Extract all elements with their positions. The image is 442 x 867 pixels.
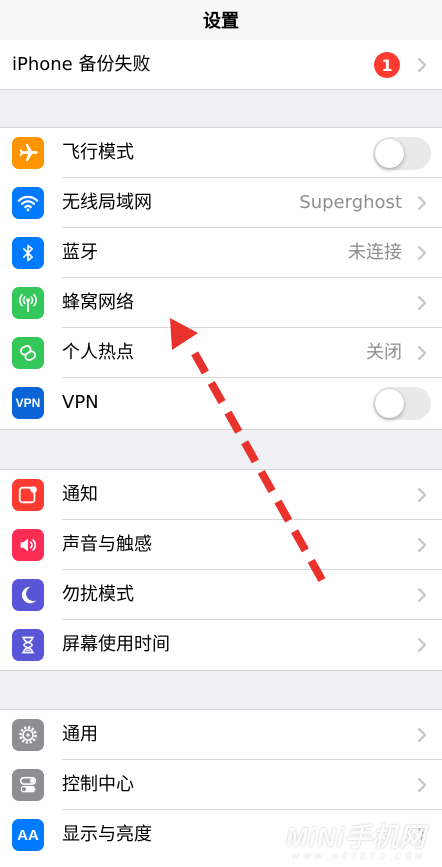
row-vpn[interactable]: VPN VPN — [0, 378, 442, 428]
chevron-right-icon — [418, 538, 426, 552]
row-do-not-disturb[interactable]: 勿扰模式 — [0, 570, 442, 620]
gear-icon — [12, 719, 44, 751]
backup-row[interactable]: iPhone 备份失败 1 — [0, 40, 442, 90]
notifications-icon — [12, 479, 44, 511]
backup-label: iPhone 备份失败 — [12, 54, 151, 75]
row-label: 飞行模式 — [62, 142, 134, 163]
chevron-right-icon — [418, 196, 426, 210]
row-airplane-mode[interactable]: 飞行模式 — [0, 128, 442, 178]
switches-icon — [12, 769, 44, 801]
backup-badge: 1 — [374, 52, 400, 78]
row-notifications[interactable]: 通知 — [0, 470, 442, 520]
row-label: 屏幕使用时间 — [62, 634, 170, 655]
row-wifi[interactable]: 无线局域网 Superghost — [0, 178, 442, 228]
connectivity-group: 飞行模式 无线局域网 Superghost 蓝牙 未连接 蜂窝网络 个人热点 关… — [0, 127, 442, 430]
chevron-right-icon — [418, 778, 426, 792]
row-sounds-haptics[interactable]: 声音与触感 — [0, 520, 442, 570]
watermark-sub: WWW.NETDED.COM — [291, 852, 426, 861]
row-label: 蜂窝网络 — [62, 292, 134, 313]
chevron-right-icon — [418, 346, 426, 360]
row-label: 显示与亮度 — [62, 824, 152, 845]
watermark: MiNi手机网 WWW.NETDED.COM — [256, 817, 426, 861]
row-label: 通用 — [62, 724, 98, 745]
row-label: 声音与触感 — [62, 534, 152, 555]
backup-group: iPhone 备份失败 1 — [0, 40, 442, 90]
hotspot-status: 关闭 — [366, 342, 402, 363]
chevron-right-icon — [418, 296, 426, 310]
moon-icon — [12, 579, 44, 611]
cellular-antenna-icon — [12, 287, 44, 319]
row-label: 无线局域网 — [62, 192, 152, 213]
display-icon-text: AA — [17, 826, 39, 844]
speaker-icon — [12, 529, 44, 561]
row-label: 通知 — [62, 484, 98, 505]
vpn-icon: VPN — [12, 387, 44, 419]
airplane-icon — [12, 137, 44, 169]
notifications-group: 通知 声音与触感 勿扰模式 屏幕使用时间 — [0, 469, 442, 671]
wifi-network-name: Superghost — [299, 192, 402, 213]
row-label: VPN — [62, 392, 99, 413]
chevron-right-icon — [418, 488, 426, 502]
toggle-knob — [375, 389, 404, 418]
row-cellular[interactable]: 蜂窝网络 — [0, 278, 442, 328]
row-bluetooth[interactable]: 蓝牙 未连接 — [0, 228, 442, 278]
chevron-right-icon — [418, 246, 426, 260]
row-general[interactable]: 通用 — [0, 710, 442, 760]
row-label: 控制中心 — [62, 774, 134, 795]
hotspot-chain-icon — [12, 337, 44, 369]
display-aa-icon: AA — [12, 819, 44, 851]
page-title: 设置 — [203, 11, 239, 32]
row-label: 勿扰模式 — [62, 584, 134, 605]
chevron-right-icon — [418, 588, 426, 602]
hourglass-icon — [12, 629, 44, 661]
row-label: 个人热点 — [62, 342, 134, 363]
bluetooth-status: 未连接 — [348, 242, 402, 263]
chevron-right-icon — [418, 638, 426, 652]
chevron-right-icon — [418, 728, 426, 742]
vpn-icon-text: VPN — [15, 396, 41, 410]
row-screen-time[interactable]: 屏幕使用时间 — [0, 620, 442, 670]
airplane-mode-toggle[interactable] — [373, 137, 431, 170]
toggle-knob — [375, 139, 404, 168]
nav-bar: 设置 — [0, 0, 442, 40]
vpn-toggle[interactable] — [373, 387, 431, 420]
chevron-right-icon — [418, 58, 426, 72]
row-control-center[interactable]: 控制中心 — [0, 760, 442, 810]
watermark-main: MiNi手机网 — [286, 822, 426, 852]
row-label: 蓝牙 — [62, 242, 98, 263]
wifi-icon — [12, 187, 44, 219]
row-personal-hotspot[interactable]: 个人热点 关闭 — [0, 328, 442, 378]
bluetooth-icon — [12, 237, 44, 269]
